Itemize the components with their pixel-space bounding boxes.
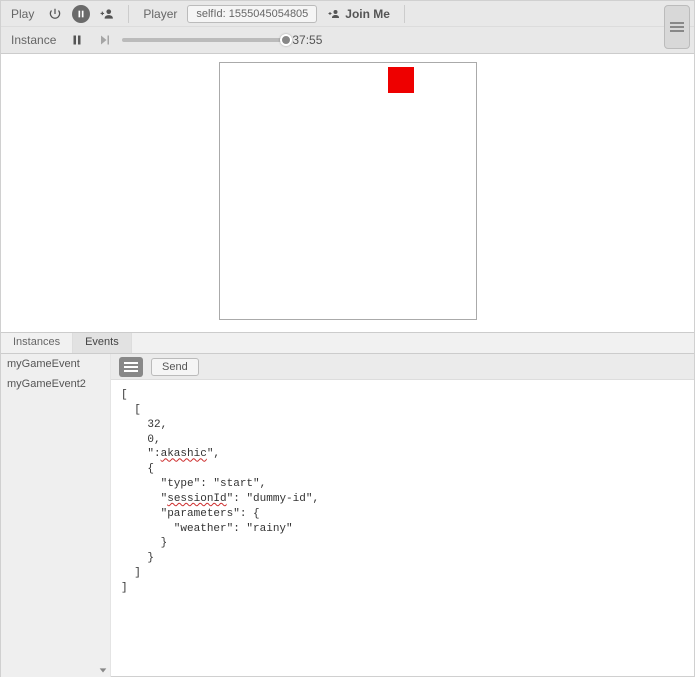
chevron-down-icon[interactable]	[96, 663, 110, 677]
self-id-pill[interactable]: selfId: 1555045054805	[187, 5, 317, 23]
separator	[404, 5, 405, 23]
slider-thumb[interactable]	[280, 34, 292, 46]
send-button[interactable]: Send	[151, 358, 199, 376]
toolbar-row-play: Play Player selfId: 1555045054805 Join M…	[1, 1, 694, 27]
toolbar-row-instance: Instance 37:55	[1, 27, 694, 53]
events-sidebar: myGameEvent myGameEvent2	[1, 354, 111, 677]
tab-events[interactable]: Events	[73, 333, 132, 353]
tab-instances[interactable]: Instances	[1, 333, 73, 353]
game-canvas[interactable]	[219, 62, 477, 320]
top-toolbar: Play Player selfId: 1555045054805 Join M…	[1, 1, 694, 54]
canvas-area	[1, 54, 694, 332]
time-display: 37:55	[292, 33, 322, 47]
red-block	[388, 67, 414, 93]
sidebar-item[interactable]: myGameEvent	[1, 354, 110, 374]
join-me-label: Join Me	[345, 7, 390, 21]
separator	[128, 5, 129, 23]
menu-button[interactable]	[664, 5, 690, 49]
event-json-body[interactable]: [ [ 32, 0, ":akashic", { "type": "start"…	[111, 380, 694, 677]
power-icon[interactable]	[44, 3, 66, 25]
timeline-slider[interactable]: 37:55	[122, 33, 322, 47]
event-toolbar: Send	[111, 354, 694, 380]
hamburger-icon	[670, 22, 684, 32]
play-label: Play	[7, 7, 38, 21]
player-label: Player	[139, 7, 181, 21]
step-forward-icon[interactable]	[94, 29, 116, 51]
sidebar-item[interactable]: myGameEvent2	[1, 374, 110, 394]
add-user-icon[interactable]	[96, 3, 118, 25]
bottom-tabs: Instances Events	[1, 332, 694, 354]
bottom-pane: myGameEvent myGameEvent2 Send [ [ 32, 0,…	[1, 354, 694, 677]
instance-label: Instance	[7, 33, 60, 47]
instance-pause-icon[interactable]	[66, 29, 88, 51]
pause-icon[interactable]	[72, 5, 90, 23]
slider-track[interactable]	[122, 38, 286, 42]
join-me-button[interactable]: Join Me	[323, 7, 394, 21]
event-main: Send [ [ 32, 0, ":akashic", { "type": "s…	[111, 354, 694, 677]
list-icon[interactable]	[119, 357, 143, 377]
